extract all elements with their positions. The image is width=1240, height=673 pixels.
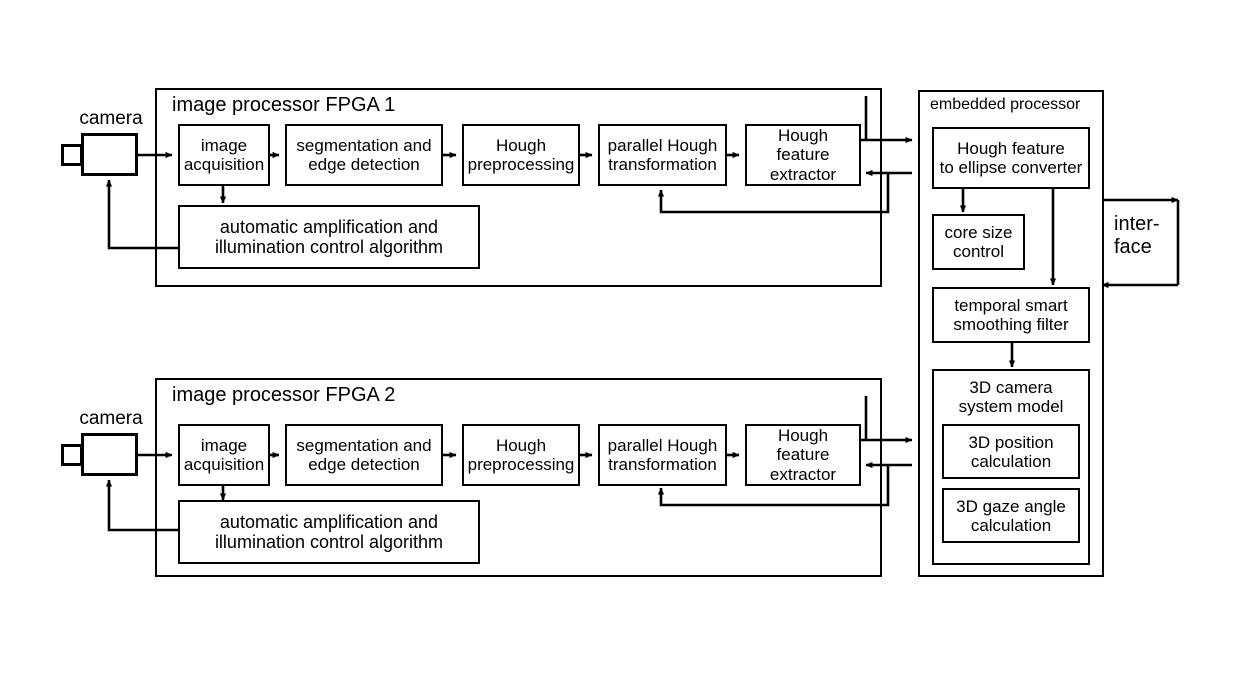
diagram-canvas: image processor FPGA 1 image processor F… (0, 0, 1240, 673)
fpga1-parallel-hough-transformation-label: parallel Hough transformation (607, 135, 718, 174)
fpga1-automatic-amplification-illumination-control-label: automatic amplification and illumination… (214, 216, 444, 257)
3d-position-calculation-label: 3D position calculation (968, 432, 1054, 471)
core-size-control-label: core size control (944, 222, 1013, 261)
camera-2-lens (61, 444, 83, 466)
fpga1-segmentation-edge-detection[interactable]: segmentation and edge detection (285, 124, 443, 186)
fpga2-automatic-amplification-illumination-control[interactable]: automatic amplification and illumination… (178, 500, 480, 564)
fpga2-hough-feature-extractor[interactable]: Hough feature extractor (745, 424, 861, 486)
camera-2-label: camera (79, 408, 143, 429)
core-size-control[interactable]: core size control (932, 214, 1025, 270)
camera-1-label: camera (79, 108, 143, 129)
fpga1-image-acquisition[interactable]: image acquisition (178, 124, 270, 186)
fpga2-image-acquisition[interactable]: image acquisition (178, 424, 270, 486)
fpga2-hough-feature-extractor-label: Hough feature extractor (769, 426, 837, 484)
fpga2-segmentation-edge-detection-label: segmentation and edge detection (296, 435, 432, 474)
fpga1-hough-preprocessing-label: Hough preprocessing (467, 135, 575, 174)
3d-camera-system-model-label: 3D camera system model (958, 378, 1064, 417)
fpga2-parallel-hough-transformation-label: parallel Hough transformation (607, 435, 718, 474)
fpga2-segmentation-edge-detection[interactable]: segmentation and edge detection (285, 424, 443, 486)
3d-camera-system-model[interactable]: 3D camera system model 3D position calcu… (932, 369, 1090, 565)
fpga1-image-acquisition-label: image acquisition (183, 135, 265, 174)
fpga1-parallel-hough-transformation[interactable]: parallel Hough transformation (598, 124, 727, 186)
3d-gaze-angle-calculation[interactable]: 3D gaze angle calculation (942, 488, 1080, 544)
fpga1-segmentation-edge-detection-label: segmentation and edge detection (296, 135, 432, 174)
3d-gaze-angle-calculation-label: 3D gaze angle calculation (956, 496, 1066, 535)
fpga2-hough-preprocessing-label: Hough preprocessing (467, 435, 575, 474)
fpga2-image-acquisition-label: image acquisition (183, 435, 265, 474)
fpga2-hough-preprocessing[interactable]: Hough preprocessing (462, 424, 580, 486)
temporal-smart-smoothing-filter[interactable]: temporal smart smoothing filter (932, 287, 1090, 343)
fpga1-hough-preprocessing[interactable]: Hough preprocessing (462, 124, 580, 186)
interface-label: inter- face (1114, 213, 1160, 258)
fpga2-parallel-hough-transformation[interactable]: parallel Hough transformation (598, 424, 727, 486)
fpga2-title: image processor FPGA 2 (172, 384, 396, 406)
fpga2-automatic-amplification-illumination-control-label: automatic amplification and illumination… (214, 511, 444, 552)
hough-feature-to-ellipse-converter[interactable]: Hough feature to ellipse converter (932, 127, 1090, 189)
camera-1-body (81, 133, 138, 176)
camera-2-body (81, 433, 138, 476)
camera-1-lens (61, 144, 83, 166)
fpga1-title: image processor FPGA 1 (172, 94, 396, 116)
fpga1-automatic-amplification-illumination-control[interactable]: automatic amplification and illumination… (178, 205, 480, 269)
fpga1-hough-feature-extractor-label: Hough feature extractor (769, 126, 837, 184)
temporal-smart-smoothing-filter-label: temporal smart smoothing filter (953, 295, 1069, 334)
embedded-processor-title: embedded processor (930, 96, 1081, 113)
hough-feature-to-ellipse-converter-label: Hough feature to ellipse converter (939, 138, 1083, 177)
3d-position-calculation[interactable]: 3D position calculation (942, 424, 1080, 480)
fpga1-hough-feature-extractor[interactable]: Hough feature extractor (745, 124, 861, 186)
